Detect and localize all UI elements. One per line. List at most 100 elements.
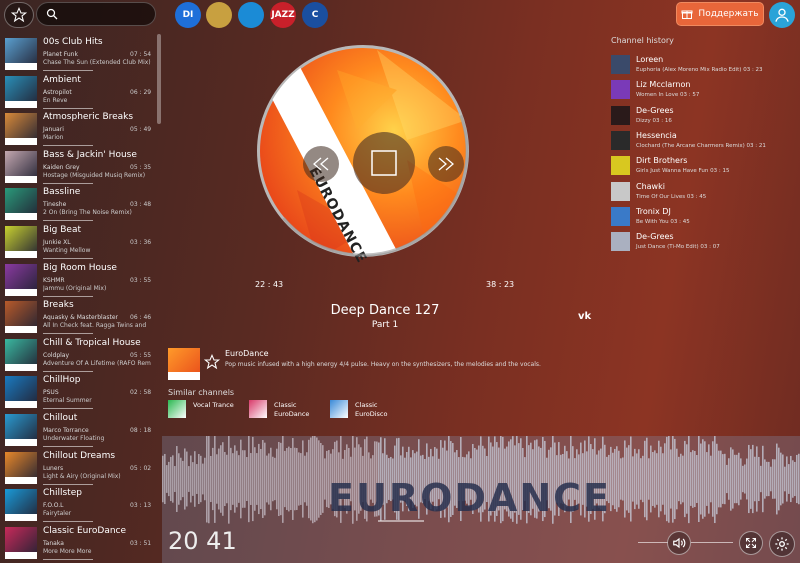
channel-artist: Planet Funk: [43, 51, 78, 58]
waveform-bar: [652, 452, 654, 506]
channel-item[interactable]: Bass & Jackin' House Kaiden Grey 05 : 35 Ho…: [0, 147, 162, 184]
channel-item[interactable]: Big Beat Junkie XL 03 : 36 Wanting Mellow: [0, 222, 162, 259]
waveform-bar: [628, 445, 630, 513]
channel-item[interactable]: Chillstep F.O.O.L 03 : 13 Fairytaler: [0, 485, 162, 523]
history-item[interactable]: De-Grees Dizzy 03 : 16: [611, 105, 796, 132]
channel-name: Chillout Dreams: [43, 450, 116, 461]
similar-channel[interactable]: Classic EuroDance: [249, 400, 327, 420]
waveform-bar: [614, 448, 616, 510]
channel-item[interactable]: Chill & Tropical House Coldplay 05 : 55 Adv…: [0, 335, 162, 372]
channel-description: Pop music infused with a high energy 4/4…: [225, 361, 541, 368]
history-item[interactable]: Hessencia Clochard (The Arcane Charmers R…: [611, 130, 796, 157]
channel-artist: Kaiden Grey: [43, 163, 80, 171]
channel-list[interactable]: 00s Club Hits Planet Funk 07 : 54 Chase The…: [0, 34, 162, 563]
history-item[interactable]: Tronix DJ Be With You 03 : 45: [611, 206, 796, 233]
history-item[interactable]: Loreen Euphoria (Alex Moreno Mix Radio Ed…: [611, 55, 796, 81]
volume-button[interactable]: [667, 531, 691, 555]
network-saxophone-logo[interactable]: [206, 2, 232, 28]
waveform-bar: [788, 464, 790, 494]
channel-item[interactable]: Atmospheric Breaks Januari 05 : 49 Marion: [0, 109, 162, 147]
channel-list-scrollbar[interactable]: [157, 34, 161, 124]
waveform-bar: [734, 454, 736, 504]
history-item[interactable]: Chawki Time Of Our Lives 03 : 45: [611, 181, 796, 208]
waveform-bar: [674, 438, 676, 520]
network-classical-logo[interactable]: C: [302, 2, 328, 28]
stop-button[interactable]: [353, 132, 415, 194]
clock: 20 41: [168, 527, 237, 555]
progress-indicator: [378, 520, 424, 522]
network-rockradio-logo[interactable]: [238, 2, 264, 28]
channel-track-time: 03 : 55: [130, 276, 152, 284]
waveform-bar: [690, 452, 692, 506]
waveform-bar: [266, 455, 268, 503]
waveform-bar: [656, 453, 658, 505]
waveform-bar: [190, 455, 192, 503]
channel-track: Hostage (Misguided Musiq Remix): [43, 171, 146, 179]
volume-track-right[interactable]: [691, 542, 733, 543]
waveform-bar: [166, 465, 168, 493]
history-item[interactable]: Liz Mcclarnon Women In Love 03 : 57: [611, 80, 796, 106]
channel-artist: Tanaka: [43, 539, 64, 547]
waveform-bar: [180, 457, 182, 501]
waveform-bar: [214, 436, 216, 523]
channel-thumbnail: [5, 150, 37, 183]
user-account-button[interactable]: [769, 2, 795, 28]
history-track: Women In Love 03 : 57: [636, 92, 700, 99]
waveform-bar: [314, 436, 316, 523]
waveform-bar: [706, 452, 708, 506]
channel-thumbnail: [5, 414, 37, 446]
waveform-bar: [694, 450, 696, 508]
vk-share-icon[interactable]: vk: [578, 311, 591, 322]
similar-channel[interactable]: Vocal Trance: [168, 400, 246, 420]
channel-item[interactable]: Ambient Astropilot 06 : 29 En Reve: [0, 72, 162, 109]
waveform-bar: [202, 463, 204, 495]
waveform-bar: [710, 455, 712, 503]
channel-artist: Coldplay: [43, 351, 70, 359]
network-jazzradio-logo[interactable]: JAZZ: [270, 2, 296, 28]
search-box[interactable]: [36, 2, 156, 26]
waveform-bar: [230, 447, 232, 511]
channel-item[interactable]: Breaks Aquasky & Masterblaster 06 : 46 All …: [0, 297, 162, 335]
waveform-bar: [718, 450, 720, 508]
channel-name: Breaks: [43, 300, 74, 311]
waveform-bar: [238, 455, 240, 503]
similar-channel[interactable]: Classic EuroDisco: [330, 400, 408, 420]
waveform-bar: [178, 453, 180, 505]
history-track: Clochard (The Arcane Charmers Remix) 03 …: [636, 142, 766, 149]
channel-item[interactable]: Classic EuroDance Tanaka 03 : 51 More More …: [0, 523, 162, 560]
history-item[interactable]: Dirt Brothers Girls Just Wanna Have Fun 0…: [611, 156, 796, 182]
support-button[interactable]: Поддержать: [676, 2, 764, 26]
fullscreen-button[interactable]: [739, 531, 763, 555]
waveform-bar: [296, 448, 298, 510]
network-di-logo[interactable]: DI: [175, 2, 201, 28]
channel-item[interactable]: 00s Club Hits Planet Funk 07 : 54 Chase The…: [0, 34, 162, 71]
channel-item[interactable]: ChillHop PSUS 02 : 58 Eternal Summer: [0, 372, 162, 410]
channel-item[interactable]: Bassline Tineshe 03 : 48 2 On (Bring The No…: [0, 184, 162, 222]
history-track: Just Dance (Ti-Mo Edit) 03 : 07: [636, 244, 720, 251]
settings-button[interactable]: [769, 531, 795, 557]
waveform-bar: [720, 450, 722, 508]
next-button[interactable]: [428, 146, 464, 182]
waveform-bar: [744, 464, 746, 494]
waveform-bar: [242, 450, 244, 508]
channel-name: Atmospheric Breaks: [43, 112, 134, 123]
history-thumbnail: [611, 156, 630, 176]
history-artist: Liz Mcclarnon: [636, 80, 691, 90]
history-item[interactable]: De-Grees Just Dance (Ti-Mo Edit) 03 : 07: [611, 232, 796, 258]
waveform-bar: [200, 455, 202, 503]
waveform-bar: [762, 445, 764, 513]
channel-item[interactable]: Chillout Marco Torrance 08 : 18 Underwater …: [0, 410, 162, 447]
speaker-icon: [673, 537, 686, 549]
favorites-button[interactable]: [4, 2, 34, 28]
waveform-bar: [300, 453, 302, 505]
volume-track-left[interactable]: [638, 542, 668, 543]
waveform-bar: [626, 447, 628, 511]
search-input[interactable]: [65, 6, 150, 22]
favorite-channel-button[interactable]: [203, 353, 221, 374]
waveform-bar: [796, 454, 798, 504]
history-track: Girls Just Wanna Have Fun 03 : 15: [636, 168, 730, 175]
channel-item[interactable]: Chillout Dreams Luners 05 : 02 Light & Airy…: [0, 448, 162, 485]
similar-channel-name: Classic EuroDance: [274, 401, 310, 418]
previous-button[interactable]: [303, 146, 339, 182]
channel-item[interactable]: Big Room House KSHMR 03 : 55 Jammu (Origina…: [0, 260, 162, 297]
